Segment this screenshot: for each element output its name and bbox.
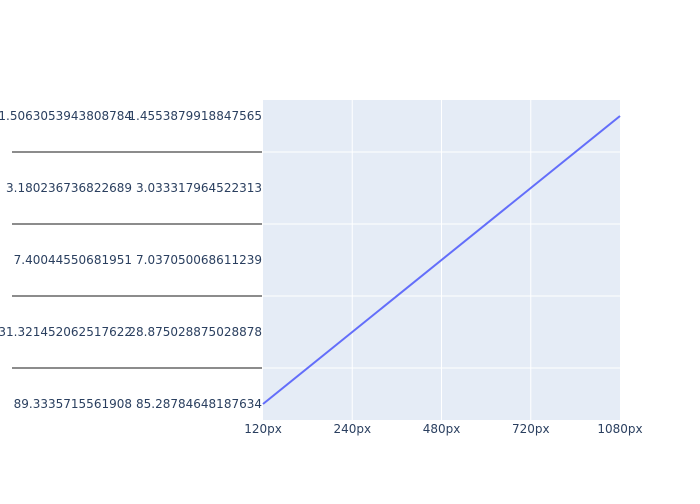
x-tick-label: 240px [333, 422, 371, 436]
y-tick-label-left: 89.3335715561908 [14, 397, 132, 411]
y-tick-label-right: 28.875028875028878 [128, 325, 262, 339]
x-tick-label: 1080px [597, 422, 642, 436]
x-tick-label: 120px [244, 422, 282, 436]
y-tick-label-right: 3.033317964522313 [136, 181, 262, 195]
x-tick-label: 480px [423, 422, 461, 436]
y-tick-label-left: 31.321452062517622 [0, 325, 132, 339]
y-tick-label-left: 7.40044550681951 [14, 253, 132, 267]
y-tick-label-left: 3.180236736822689 [6, 181, 132, 195]
y-tick-label-left: 1.5063053943808784 [0, 109, 132, 123]
x-tick-label: 720px [512, 422, 550, 436]
y-tick-label-right: 1.4553879918847565 [128, 109, 262, 123]
y-tick-label-right: 85.28784648187634 [136, 397, 262, 411]
chart: 1.5063053943808784 1.4553879918847565 3.18… [0, 0, 700, 500]
y-tick-label-right: 7.037050068611239 [136, 253, 262, 267]
chart-svg: 1.50630539438087841.4553879918847565 3.18… [0, 0, 700, 500]
